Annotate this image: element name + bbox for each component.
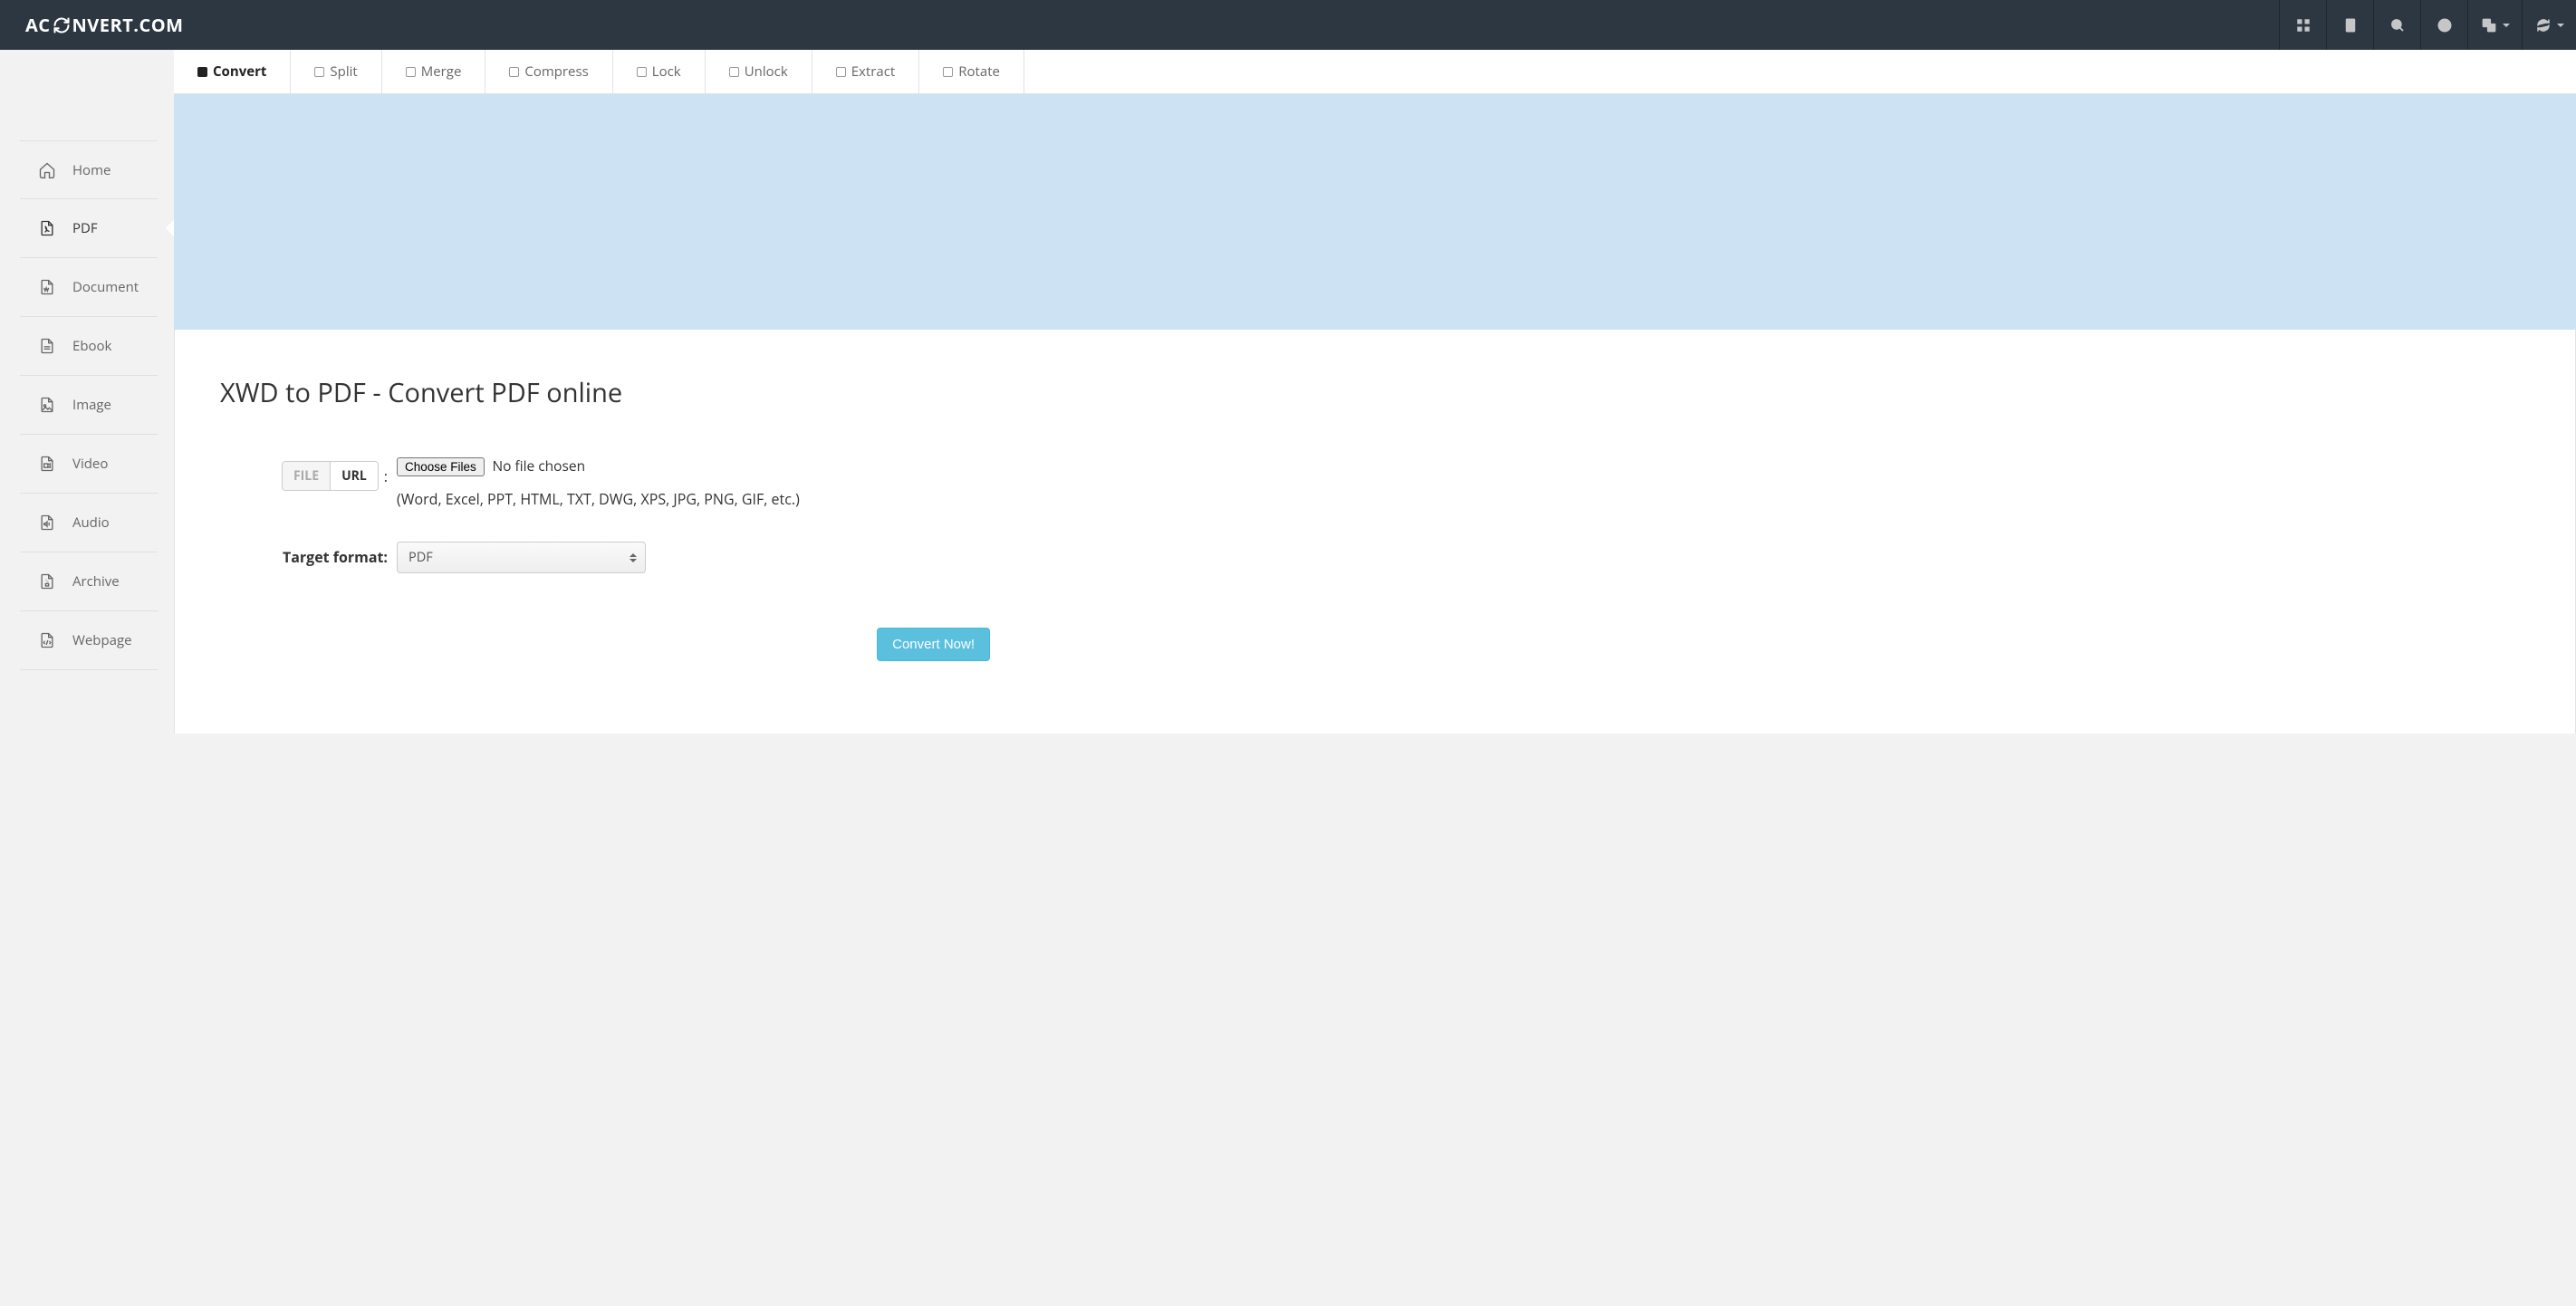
mobile-button[interactable]	[2326, 0, 2373, 50]
source-url-toggle[interactable]: URL	[331, 462, 378, 490]
refresh-icon	[53, 16, 71, 34]
sidebar-item-audio[interactable]: Audio	[20, 494, 158, 552]
sidebar-item-webpage[interactable]: Webpage	[20, 611, 158, 670]
square-icon	[943, 67, 953, 77]
square-icon	[637, 67, 647, 77]
sidebar-item-label: Document	[72, 278, 139, 296]
sidebar-item-ebook[interactable]: Ebook	[20, 317, 158, 376]
tab-convert[interactable]: Convert	[174, 50, 291, 93]
sidebar-item-pdf[interactable]: PDF	[20, 199, 158, 258]
tab-compress[interactable]: Compress	[485, 50, 612, 93]
webpage-icon	[38, 631, 56, 649]
file-hint-text: (Word, Excel, PPT, HTML, TXT, DWG, XPS, …	[397, 489, 2512, 509]
sidebar-item-label: Ebook	[72, 337, 111, 355]
form-panel: FILE URL : Choose Files No file chosen (…	[220, 456, 2530, 661]
tab-label: Lock	[652, 62, 681, 81]
sidebar-item-label: Video	[72, 455, 108, 473]
sync-icon	[2535, 17, 2552, 34]
tab-unlock[interactable]: Unlock	[706, 50, 812, 93]
logo-text-pre: AC	[25, 13, 51, 37]
sidebar-item-label: Webpage	[72, 631, 132, 649]
tab-merge[interactable]: Merge	[382, 50, 486, 93]
sidebar-item-label: PDF	[72, 219, 98, 237]
sidebar-item-label: Image	[72, 396, 111, 414]
square-icon	[406, 67, 416, 77]
grid-icon	[2295, 17, 2312, 34]
tab-label: Rotate	[958, 62, 1000, 81]
logo[interactable]: AC NVERT.COM	[25, 13, 184, 37]
sidebar-item-label: Audio	[72, 514, 110, 532]
ebook-icon	[38, 337, 56, 355]
grid-button[interactable]	[2279, 0, 2326, 50]
sidebar-item-home[interactable]: Home	[20, 140, 158, 199]
no-file-chosen-text: No file chosen	[492, 456, 585, 475]
tab-lock[interactable]: Lock	[613, 50, 706, 93]
sidebar: Home PDF Document Ebook Image Video Audi…	[0, 50, 174, 734]
file-source-row: FILE URL : Choose Files No file chosen (…	[238, 456, 2512, 509]
translate-icon	[2481, 17, 2497, 34]
sidebar-item-label: Home	[72, 161, 111, 179]
home-icon	[38, 161, 56, 179]
square-icon	[836, 67, 846, 77]
search-icon	[2389, 17, 2406, 34]
sidebar-item-document[interactable]: Document	[20, 258, 158, 317]
source-file-toggle[interactable]: FILE	[283, 462, 331, 490]
square-icon	[509, 67, 519, 77]
target-format-row: Target format: PDF	[238, 542, 2512, 573]
ad-banner	[174, 94, 2576, 330]
page-title: XWD to PDF - Convert PDF online	[220, 375, 2530, 410]
sidebar-item-image[interactable]: Image	[20, 376, 158, 435]
logo-text-post: NVERT.COM	[72, 13, 184, 37]
tab-label: Convert	[213, 62, 266, 81]
caret-down-icon	[2503, 24, 2510, 27]
language-button[interactable]	[2467, 0, 2522, 50]
choose-files-button[interactable]: Choose Files	[397, 457, 485, 476]
search-button[interactable]	[2373, 0, 2420, 50]
source-toggle-group: FILE URL :	[238, 456, 397, 491]
tab-label: Compress	[524, 62, 588, 81]
colon-label: :	[384, 466, 388, 486]
tab-split[interactable]: Split	[291, 50, 381, 93]
target-format-value: PDF	[397, 542, 646, 573]
help-button[interactable]	[2420, 0, 2467, 50]
tab-rotate[interactable]: Rotate	[919, 50, 1024, 93]
sidebar-item-label: Archive	[72, 572, 120, 591]
pdf-icon	[38, 219, 56, 237]
audio-icon	[38, 514, 56, 532]
target-format-select[interactable]: PDF	[397, 542, 646, 573]
archive-icon	[38, 572, 56, 591]
tab-label: Extract	[851, 62, 896, 81]
tab-extract[interactable]: Extract	[812, 50, 920, 93]
square-icon	[314, 67, 324, 77]
tabs: Convert Split Merge Compress Lock Unlock…	[174, 50, 2576, 94]
tab-label: Split	[330, 62, 357, 81]
convert-now-button[interactable]: Convert Now!	[877, 628, 990, 661]
video-icon	[38, 455, 56, 473]
help-icon	[2437, 17, 2453, 34]
tab-label: Unlock	[745, 62, 788, 81]
square-icon	[729, 67, 739, 77]
tablet-icon	[2342, 17, 2359, 34]
main: Convert Split Merge Compress Lock Unlock…	[174, 50, 2576, 734]
tab-label: Merge	[421, 62, 462, 81]
sidebar-item-archive[interactable]: Archive	[20, 552, 158, 611]
caret-down-icon	[2557, 24, 2564, 27]
image-icon	[38, 396, 56, 414]
app-header: AC NVERT.COM	[0, 0, 2576, 50]
target-format-label: Target format:	[238, 542, 397, 567]
header-toolbar	[2279, 0, 2576, 50]
content: XWD to PDF - Convert PDF online FILE URL…	[174, 330, 2576, 734]
refresh-button[interactable]	[2522, 0, 2576, 50]
square-icon	[197, 67, 207, 77]
document-icon	[38, 278, 56, 296]
sidebar-item-video[interactable]: Video	[20, 435, 158, 494]
